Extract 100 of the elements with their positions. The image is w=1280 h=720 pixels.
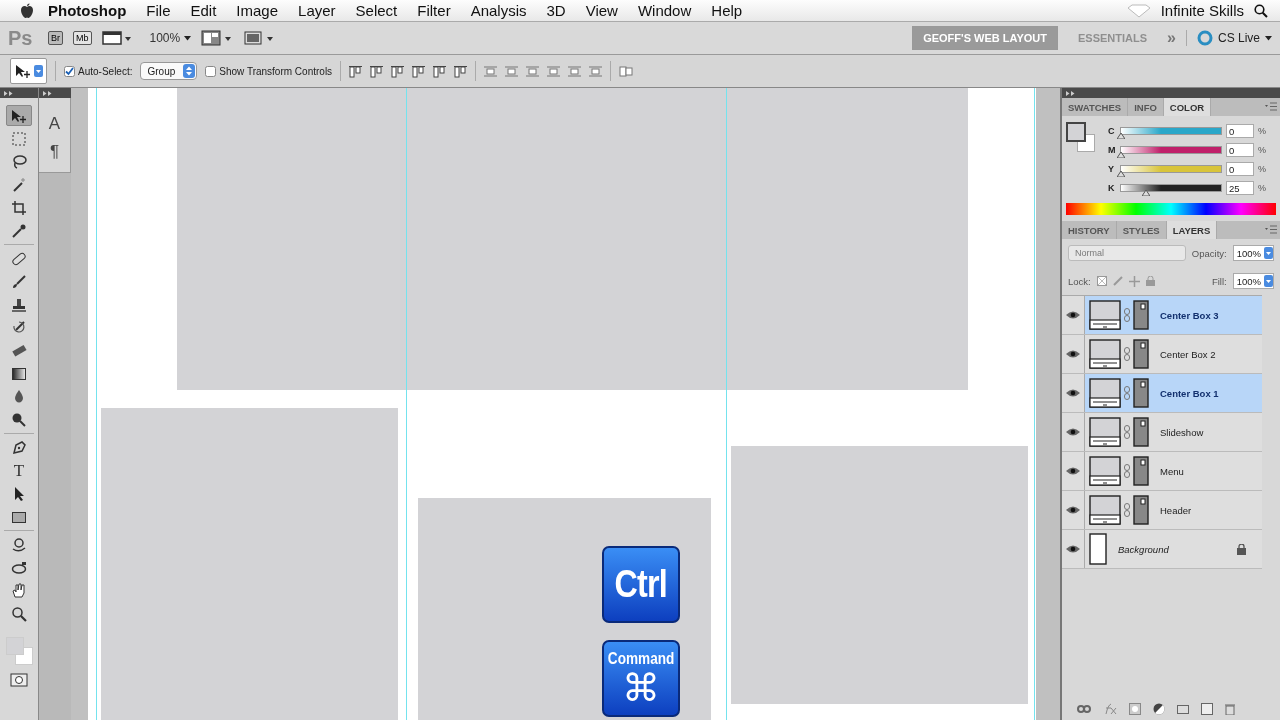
channel-value-field[interactable]: 0 <box>1226 143 1254 157</box>
lock-transparent-icon[interactable] <box>1096 276 1107 286</box>
align-icon[interactable] <box>349 64 363 78</box>
screen-mode-icon[interactable] <box>243 30 276 46</box>
layer-mask-icon[interactable] <box>1129 703 1141 715</box>
link-icon[interactable] <box>1077 705 1091 713</box>
menubar-item[interactable]: View <box>575 2 628 19</box>
color-spectrum-ramp[interactable] <box>1066 203 1276 215</box>
panel-tab[interactable]: SWATCHES <box>1062 98 1129 116</box>
tool-preset-picker[interactable] <box>10 58 47 84</box>
caret-icon <box>184 35 192 41</box>
apple-icon[interactable] <box>20 2 34 19</box>
new-layer-icon[interactable] <box>1201 703 1213 715</box>
layers-row[interactable]: Slideshow <box>1062 413 1262 452</box>
auto-select-target-dropdown[interactable]: Group <box>140 62 198 80</box>
visibility-eye-icon[interactable] <box>1066 350 1080 358</box>
status-text: Infinite Skills <box>1159 2 1245 19</box>
menubar-item[interactable]: Image <box>226 2 289 19</box>
menubar-item[interactable]: Window <box>627 2 702 19</box>
panel-tab[interactable]: STYLES <box>1116 221 1167 239</box>
zoom-level-dropdown[interactable]: 100% <box>149 31 192 45</box>
panel-menu-icon[interactable] <box>1265 102 1277 111</box>
bridge-button[interactable]: Br <box>48 31 63 45</box>
character-panel-button[interactable]: A <box>48 114 61 134</box>
type-tool[interactable]: T <box>6 460 32 481</box>
link-icon[interactable] <box>1124 425 1130 439</box>
opacity-field[interactable]: 100% <box>1232 245 1274 261</box>
layers-row[interactable]: Menu <box>1062 452 1262 491</box>
align-icon[interactable] <box>412 64 426 78</box>
layers-row[interactable]: Center Box 2 <box>1062 335 1262 374</box>
visibility-eye-icon[interactable] <box>1066 545 1080 553</box>
visibility-eye-icon[interactable] <box>1066 428 1080 436</box>
vector-mask-thumbnail <box>1133 495 1149 525</box>
layers-row[interactable]: Background <box>1062 530 1262 569</box>
menubar-item[interactable]: Select <box>345 2 408 19</box>
app-logo: Ps <box>8 26 34 50</box>
fill-field[interactable]: 100% <box>1232 273 1274 289</box>
link-icon[interactable] <box>1124 386 1130 400</box>
align-icon[interactable] <box>454 64 468 78</box>
vector-mask-thumbnail <box>1133 300 1149 330</box>
panel-tab[interactable]: INFO <box>1128 98 1164 116</box>
slider-thumb[interactable] <box>1117 152 1125 158</box>
panel-tab[interactable]: LAYERS <box>1166 221 1218 239</box>
link-icon[interactable] <box>1124 503 1130 517</box>
fill-label: Fill: <box>1211 275 1227 287</box>
slider-thumb[interactable] <box>1117 171 1125 177</box>
link-icon[interactable] <box>1124 308 1130 322</box>
collapse-icon[interactable] <box>1066 90 1075 96</box>
visibility-eye-icon[interactable] <box>1066 311 1080 319</box>
paragraph-panel-button[interactable]: ¶ <box>49 142 60 162</box>
link-icon[interactable] <box>1124 347 1130 361</box>
auto-select-checkbox[interactable]: Auto-Select: <box>64 65 133 77</box>
move-tool-icon <box>10 107 28 124</box>
visibility-eye-icon[interactable] <box>1066 389 1080 397</box>
app-menu[interactable]: Photoshop <box>34 2 137 19</box>
panel-header-bar[interactable] <box>39 88 71 98</box>
collapse-icon[interactable] <box>43 90 52 96</box>
menubar-item[interactable]: Layer <box>288 2 346 19</box>
vector-mask-thumbnail <box>1133 417 1149 447</box>
auto-align-icon[interactable] <box>619 64 634 78</box>
command-key-badge: Command ⌘ <box>602 640 680 717</box>
gradient-tool-icon <box>11 365 27 382</box>
channel-value-field[interactable]: 0 <box>1226 124 1254 138</box>
channel-value-field[interactable]: 0 <box>1226 162 1254 176</box>
layers-row[interactable]: Header <box>1062 491 1262 530</box>
menubar-item[interactable]: 3D <box>536 2 576 19</box>
panel-menu-icon[interactable] <box>1265 225 1277 234</box>
view-extras-icon[interactable] <box>101 30 132 46</box>
trash-icon[interactable] <box>1225 703 1235 715</box>
search-icon[interactable] <box>1254 3 1268 18</box>
adjustment-layer-icon[interactable] <box>1153 703 1165 715</box>
align-icon[interactable] <box>391 64 405 78</box>
panel-tab[interactable]: HISTORY <box>1062 221 1117 239</box>
panel-tab[interactable]: COLOR <box>1163 98 1212 116</box>
visibility-eye-icon[interactable] <box>1066 506 1080 514</box>
channel-label: C <box>1108 126 1116 136</box>
panel-header-bar[interactable] <box>0 88 38 98</box>
layer-name: Slideshow <box>1160 426 1205 438</box>
mini-bridge-button[interactable]: Mb <box>73 31 92 45</box>
cs-live-button[interactable]: CS Live <box>1185 30 1272 46</box>
folder-icon[interactable] <box>1177 704 1189 714</box>
quick-mask-icon[interactable] <box>10 673 28 687</box>
slider-thumb[interactable] <box>1117 133 1125 139</box>
menubar-item[interactable]: Help <box>701 2 753 19</box>
channel-value-field[interactable]: 25 <box>1226 181 1254 195</box>
slider-thumb[interactable] <box>1142 190 1150 196</box>
align-icon[interactable] <box>370 64 384 78</box>
move-tool[interactable] <box>6 105 32 126</box>
visibility-eye-icon[interactable] <box>1066 467 1080 475</box>
show-transform-controls-checkbox[interactable]: Show Transform Controls <box>205 65 333 77</box>
menubar-item[interactable]: Analysis <box>460 2 537 19</box>
menubar-item[interactable]: Filter <box>407 2 461 19</box>
rotate3d-tool-icon <box>11 536 27 553</box>
link-icon[interactable] <box>1124 464 1130 478</box>
menubar-item[interactable]: Edit <box>180 2 227 19</box>
arrange-documents-icon[interactable] <box>201 30 234 46</box>
vector-mask-thumbnail <box>1133 456 1149 486</box>
align-icon[interactable] <box>433 64 447 78</box>
menubar-item[interactable]: File <box>136 2 181 19</box>
collapse-icon[interactable] <box>4 90 13 96</box>
